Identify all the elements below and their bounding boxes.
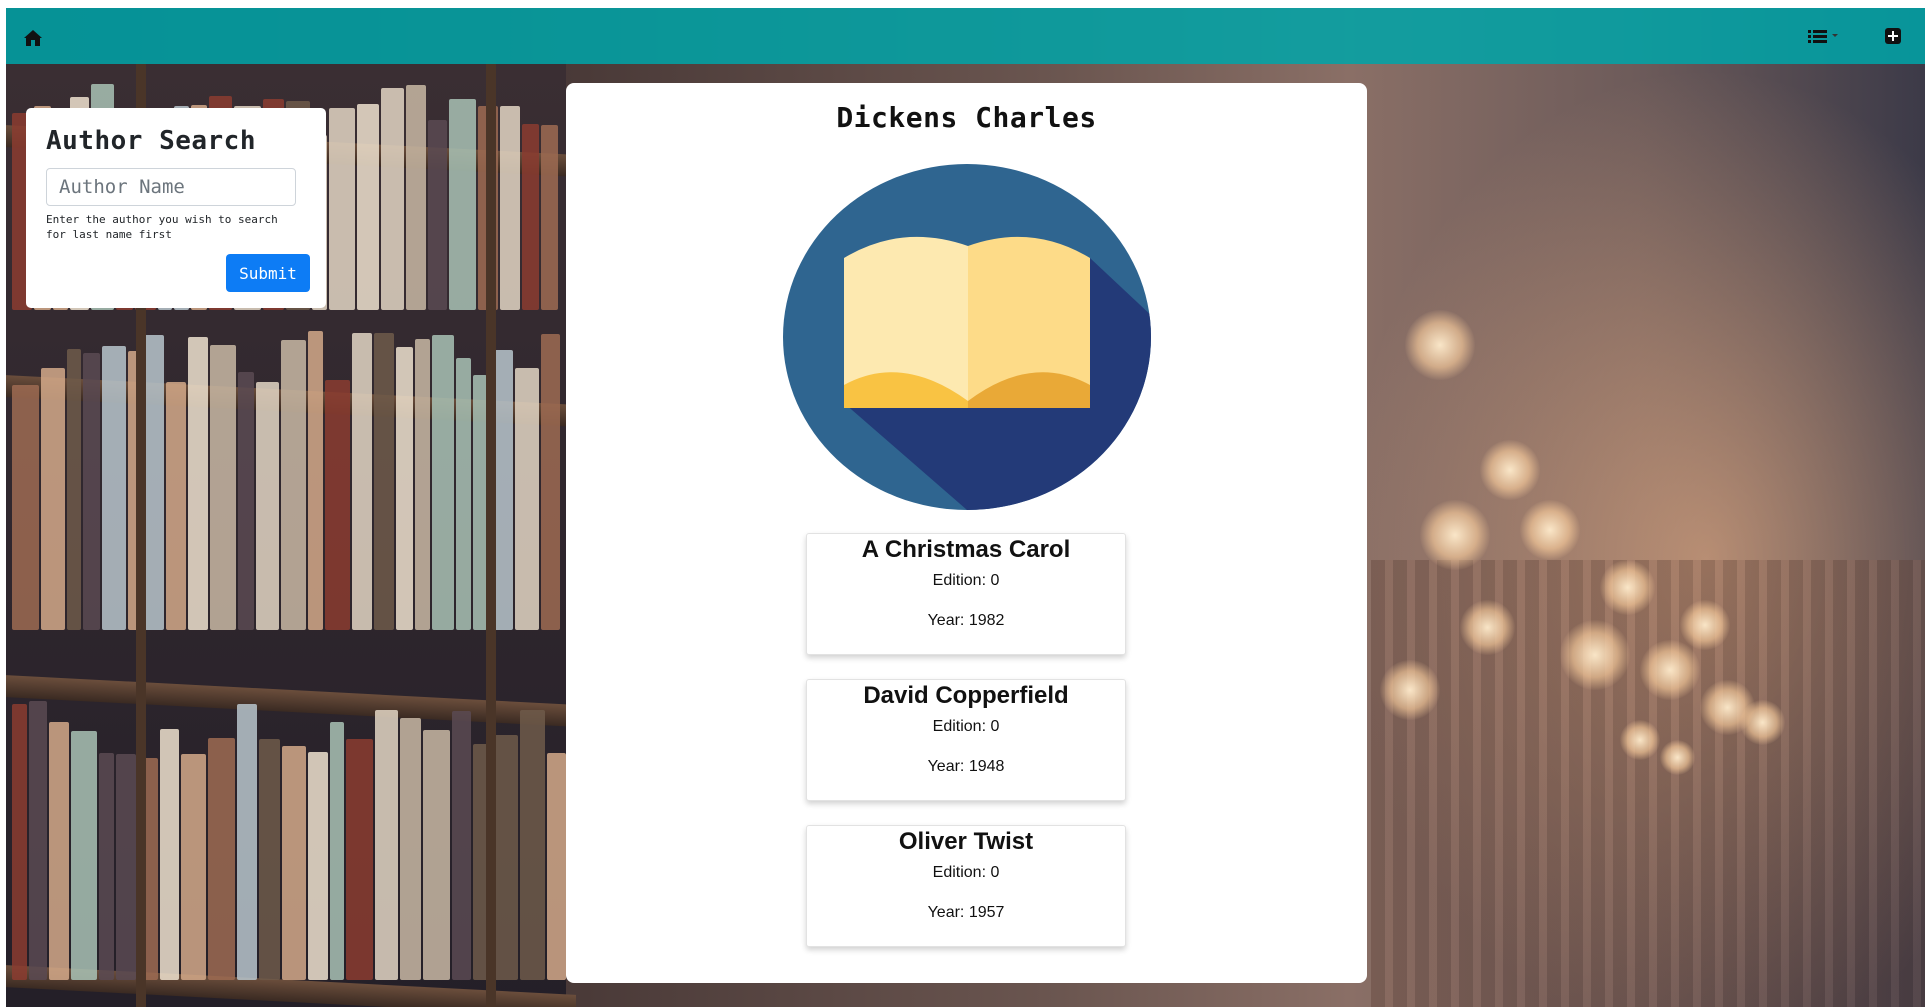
book-spine: [102, 346, 126, 630]
book-spine: [144, 335, 164, 630]
book-spine: [160, 729, 179, 980]
book-spine: [238, 372, 254, 630]
book-spine: [522, 124, 539, 310]
submit-button[interactable]: Submit: [226, 254, 310, 292]
book-spine: [375, 710, 398, 980]
light-bulb: [1420, 500, 1490, 570]
light-bulb: [1680, 600, 1730, 650]
distant-shelves: [1371, 560, 1925, 1007]
book-spine: [541, 334, 560, 630]
book-card[interactable]: David Copperfield Edition: 0 Year: 1948: [806, 679, 1126, 801]
book-spine: [237, 704, 257, 980]
light-bulb: [1560, 620, 1630, 690]
book-spine: [547, 753, 566, 980]
book-spine: [308, 752, 328, 980]
book-spine: [166, 382, 186, 630]
shelf-post: [486, 60, 496, 1007]
light-bulb: [1480, 440, 1540, 500]
light-bulb: [1460, 600, 1515, 655]
book-spine: [381, 88, 404, 310]
book-edition: Edition: 0: [932, 572, 1000, 589]
open-book-icon: [783, 164, 1151, 510]
book-edition: Edition: 0: [932, 864, 1000, 881]
book-spine: [374, 333, 394, 630]
author-panel: Dickens Charles A Christmas Carol Editio…: [566, 83, 1367, 983]
home-icon: [24, 30, 42, 46]
book-spine: [329, 108, 355, 310]
book-spine: [428, 120, 447, 310]
book-spine: [282, 746, 306, 980]
book-spine: [325, 380, 350, 630]
book-spine: [520, 710, 545, 980]
book-spine: [12, 385, 39, 630]
book-spine: [308, 331, 323, 630]
light-bulb: [1740, 700, 1785, 745]
book-spine: [41, 368, 65, 630]
light-bulb: [1380, 660, 1440, 720]
book-title: David Copperfield: [863, 682, 1069, 709]
book-spine: [208, 738, 235, 980]
book-spine: [406, 85, 426, 310]
book-spine: [281, 340, 306, 630]
book-spine: [71, 731, 97, 980]
book-spine: [396, 347, 413, 630]
author-name-input[interactable]: [46, 168, 296, 206]
book-card[interactable]: A Christmas Carol Edition: 0 Year: 1982: [806, 533, 1126, 655]
book-title: Oliver Twist: [898, 828, 1034, 855]
author-name: Dickens Charles: [836, 101, 1097, 134]
book-title: A Christmas Carol: [861, 536, 1071, 563]
book-year: Year: 1948: [927, 758, 1005, 775]
book-spine: [188, 337, 208, 630]
book-year: Year: 1982: [927, 612, 1005, 629]
book-spine: [99, 753, 114, 980]
list-dropdown-icon: [1808, 30, 1838, 43]
book-spine: [541, 125, 558, 310]
author-search-card: Author Search Enter the author you wish …: [26, 108, 326, 308]
book-spine: [423, 730, 450, 980]
light-bulb: [1640, 640, 1700, 700]
book-year: Year: 1957: [927, 904, 1005, 921]
book-spine: [12, 704, 27, 980]
book-spine: [352, 333, 372, 630]
page-top-edge: [0, 0, 1925, 8]
book-spine: [330, 722, 344, 980]
list-dropdown-button[interactable]: [1808, 27, 1842, 45]
book-spine: [210, 345, 236, 630]
book-spine: [357, 104, 379, 310]
author-search-title: Author Search: [46, 126, 256, 156]
book-card[interactable]: Oliver Twist Edition: 0 Year: 1957: [806, 825, 1126, 947]
book-spine: [259, 739, 280, 980]
book-spine: [473, 375, 487, 630]
book-spine: [400, 718, 421, 980]
light-bulb: [1405, 310, 1475, 380]
light-bulb: [1600, 560, 1655, 615]
book-spine: [432, 335, 454, 630]
home-button[interactable]: [22, 28, 44, 48]
light-bulb: [1620, 720, 1660, 760]
book-spine: [67, 349, 81, 630]
book-spine: [346, 739, 373, 980]
book-spine: [116, 754, 136, 980]
book-spine: [415, 339, 430, 630]
book-spine: [449, 99, 476, 310]
book-spine: [456, 358, 471, 630]
book-spine: [83, 353, 100, 630]
author-search-help: Enter the author you wish to search for …: [46, 213, 278, 241]
book-spine: [29, 701, 47, 980]
book-spine: [515, 368, 539, 630]
plus-square-icon: [1885, 28, 1901, 44]
navbar: [6, 8, 1925, 64]
book-spine: [500, 106, 520, 310]
book-edition: Edition: 0: [932, 718, 1000, 735]
book-spine: [452, 711, 471, 980]
add-button[interactable]: [1884, 27, 1902, 45]
book-spine: [181, 754, 206, 980]
light-bulb: [1520, 500, 1580, 560]
book-spine: [256, 382, 279, 630]
book-spine: [49, 722, 69, 980]
light-bulb: [1660, 740, 1695, 775]
